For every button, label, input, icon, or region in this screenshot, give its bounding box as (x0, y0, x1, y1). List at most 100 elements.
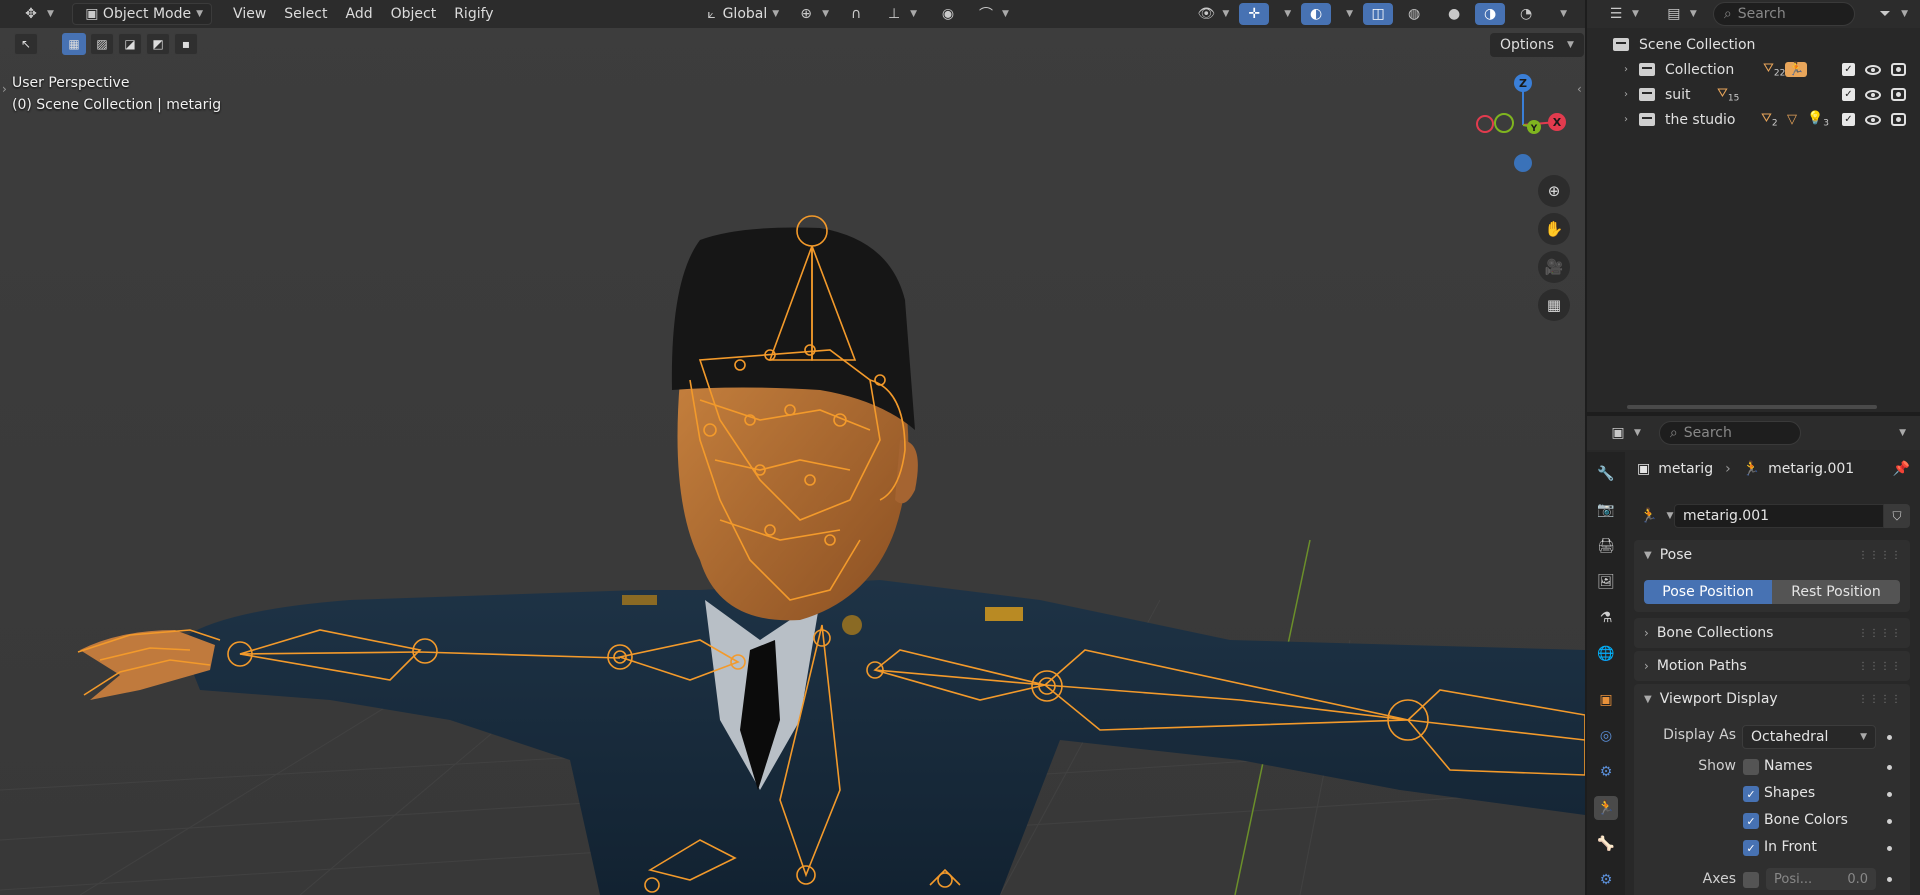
viewport-display-header[interactable]: ▼ Viewport Display ⋮⋮⋮⋮ (1634, 684, 1910, 714)
shading-solid[interactable]: ● (1435, 3, 1473, 25)
names-checkbox[interactable] (1743, 759, 1759, 775)
keyframe-dot[interactable] (1887, 792, 1892, 797)
axes-checkbox[interactable] (1743, 872, 1759, 888)
gizmo-dropdown[interactable]: ▼ (1271, 3, 1299, 25)
outliner-row-suit[interactable]: › suit ⛛15 ✓ (1587, 82, 1920, 107)
mode-dropdown[interactable]: ▣ Object Mode ▼ (71, 3, 213, 25)
tab-tool[interactable]: 🔧 (1594, 462, 1618, 486)
select-mode-new[interactable]: ▦ (62, 33, 86, 55)
properties-editor-type[interactable]: ▣ ▼ (1599, 422, 1649, 444)
exclude-checkbox[interactable]: ✓ (1842, 63, 1855, 76)
tab-world[interactable]: 🌐 (1594, 642, 1618, 666)
display-as-dropdown[interactable]: Octahedral ▼ (1742, 725, 1876, 749)
falloff-dropdown[interactable]: ⌒ ▼ (967, 3, 1017, 25)
toolbar-toggle-icon[interactable]: › (2, 82, 7, 96)
camera-icon[interactable] (1891, 88, 1906, 101)
outliner-row-scene-collection[interactable]: Scene Collection (1587, 32, 1920, 57)
snap-target-dropdown[interactable]: ⊥ ▼ (875, 3, 925, 25)
properties-search[interactable]: ⌕ Search (1658, 421, 1801, 445)
tab-render[interactable]: 📷 (1594, 498, 1618, 522)
keyframe-dot[interactable] (1887, 877, 1892, 882)
select-mode-intersect[interactable]: ▪ (174, 33, 198, 55)
drag-handle-icon[interactable]: ⋮⋮⋮⋮ (1858, 550, 1902, 561)
expand-icon[interactable]: › (1619, 89, 1633, 100)
tab-scene[interactable]: ⚗ (1594, 606, 1618, 630)
datablock-name-field[interactable]: metarig.001 (1674, 504, 1884, 528)
camera-icon[interactable] (1891, 113, 1906, 126)
menu-view[interactable]: View (224, 3, 275, 25)
tab-physics[interactable]: ◎ (1594, 724, 1618, 748)
zoom-button[interactable]: ⊕ (1538, 175, 1570, 207)
eye-icon[interactable] (1865, 89, 1881, 100)
exclude-checkbox[interactable]: ✓ (1842, 113, 1855, 126)
snap-toggle[interactable]: ∩ (837, 3, 875, 25)
shading-rendered[interactable]: ◔ (1507, 3, 1545, 25)
transform-orientation-dropdown[interactable]: ⟀ Global ▼ (693, 3, 788, 25)
in-front-checkbox[interactable]: ✓ (1743, 840, 1759, 856)
drag-handle-icon[interactable]: ⋮⋮⋮⋮ (1858, 694, 1902, 705)
tab-output[interactable]: 🖨 (1594, 534, 1618, 558)
motion-paths-header[interactable]: › Motion Paths ⋮⋮⋮⋮ (1634, 651, 1910, 681)
outliner-search[interactable]: ⌕ Search (1712, 2, 1855, 26)
bone-colors-checkbox[interactable]: ✓ (1743, 813, 1759, 829)
expand-icon[interactable]: › (1619, 64, 1633, 75)
menu-select[interactable]: Select (275, 3, 336, 25)
options-dropdown[interactable]: Options ▼ (1490, 33, 1584, 57)
tab-constraints[interactable]: ⚙ (1594, 760, 1618, 784)
tab-armature-data[interactable]: 🏃 (1594, 796, 1618, 820)
shading-dropdown[interactable]: ▼ (1547, 3, 1575, 25)
properties-options-dropdown[interactable]: ▼ (1886, 422, 1914, 444)
shading-wireframe[interactable]: ◍ (1395, 3, 1433, 25)
tab-bone[interactable]: 🦴 (1594, 832, 1618, 856)
sidebar-toggle-icon[interactable]: ‹ (1577, 82, 1582, 96)
keyframe-dot[interactable] (1887, 765, 1892, 770)
gizmo-neg-z[interactable] (1514, 154, 1532, 172)
select-mode-extend[interactable]: ▨ (90, 33, 114, 55)
keyframe-dot[interactable] (1887, 846, 1892, 851)
tab-object[interactable]: ▣ (1594, 688, 1618, 712)
visibility-dropdown[interactable]: 👁 ▼ (1187, 3, 1237, 25)
select-tool-button[interactable]: ↖ (14, 33, 38, 55)
tab-view-layer[interactable]: 🖼 (1594, 570, 1618, 594)
navigation-gizmo[interactable]: Z X Y (1470, 70, 1580, 180)
keyframe-dot[interactable] (1887, 735, 1892, 740)
exclude-checkbox[interactable]: ✓ (1842, 88, 1855, 101)
pivot-dropdown[interactable]: ⊕ ▼ (787, 3, 837, 25)
gizmo-neg-y[interactable] (1494, 113, 1514, 133)
overlay-dropdown[interactable]: ▼ (1333, 3, 1361, 25)
overlay-toggle[interactable]: ◐ (1301, 3, 1332, 25)
3d-viewport[interactable]: ✥ ▼ ▣ Object Mode ▼ View Select Add Object… (0, 0, 1585, 895)
viewport-scene[interactable] (0, 0, 1585, 895)
menu-rigify[interactable]: Rigify (445, 3, 502, 25)
drag-handle-icon[interactable]: ⋮⋮⋮⋮ (1858, 628, 1902, 639)
bone-collections-header[interactable]: › Bone Collections ⋮⋮⋮⋮ (1634, 618, 1910, 648)
bone-collections-panel[interactable]: › Bone Collections ⋮⋮⋮⋮ (1634, 618, 1910, 648)
xray-toggle[interactable]: ◫ (1363, 3, 1394, 25)
camera-view-button[interactable]: 🎥 (1538, 251, 1570, 283)
tab-bone-constraints[interactable]: ⚙ (1594, 868, 1618, 892)
eye-icon[interactable] (1865, 114, 1881, 125)
editor-type-dropdown[interactable]: ✥ ▼ (12, 3, 62, 25)
display-mode-dropdown[interactable]: ▤ ▼ (1655, 3, 1705, 25)
camera-icon[interactable] (1891, 63, 1906, 76)
armature-icon[interactable]: 🏃 (1785, 62, 1808, 77)
select-mode-subtract[interactable]: ◪ (118, 33, 142, 55)
rest-position-button[interactable]: Rest Position (1772, 580, 1900, 604)
expand-icon[interactable]: › (1619, 114, 1633, 125)
pin-icon[interactable]: 📌 (1893, 461, 1910, 477)
select-mode-difference[interactable]: ◩ (146, 33, 170, 55)
shapes-checkbox[interactable]: ✓ (1743, 786, 1759, 802)
outliner-row-studio[interactable]: › the studio ⛛2 ▽ 💡3 ✓ (1587, 107, 1920, 132)
motion-paths-panel[interactable]: › Motion Paths ⋮⋮⋮⋮ (1634, 651, 1910, 681)
shading-material[interactable]: ◑ (1475, 3, 1506, 25)
fake-user-button[interactable]: ⛉ (1884, 504, 1910, 528)
gizmo-toggle[interactable]: ✛ (1239, 3, 1270, 25)
outliner-scrollbar[interactable] (1627, 405, 1877, 409)
keyframe-dot[interactable] (1887, 819, 1892, 824)
menu-add[interactable]: Add (336, 3, 381, 25)
axes-position-field[interactable]: Posi... 0.0 (1766, 868, 1876, 890)
gizmo-neg-x[interactable] (1476, 115, 1494, 133)
filter-dropdown[interactable]: ⏷ ▼ (1866, 3, 1916, 25)
eye-icon[interactable] (1865, 64, 1881, 75)
ortho-toggle-button[interactable]: ▦ (1538, 289, 1570, 321)
